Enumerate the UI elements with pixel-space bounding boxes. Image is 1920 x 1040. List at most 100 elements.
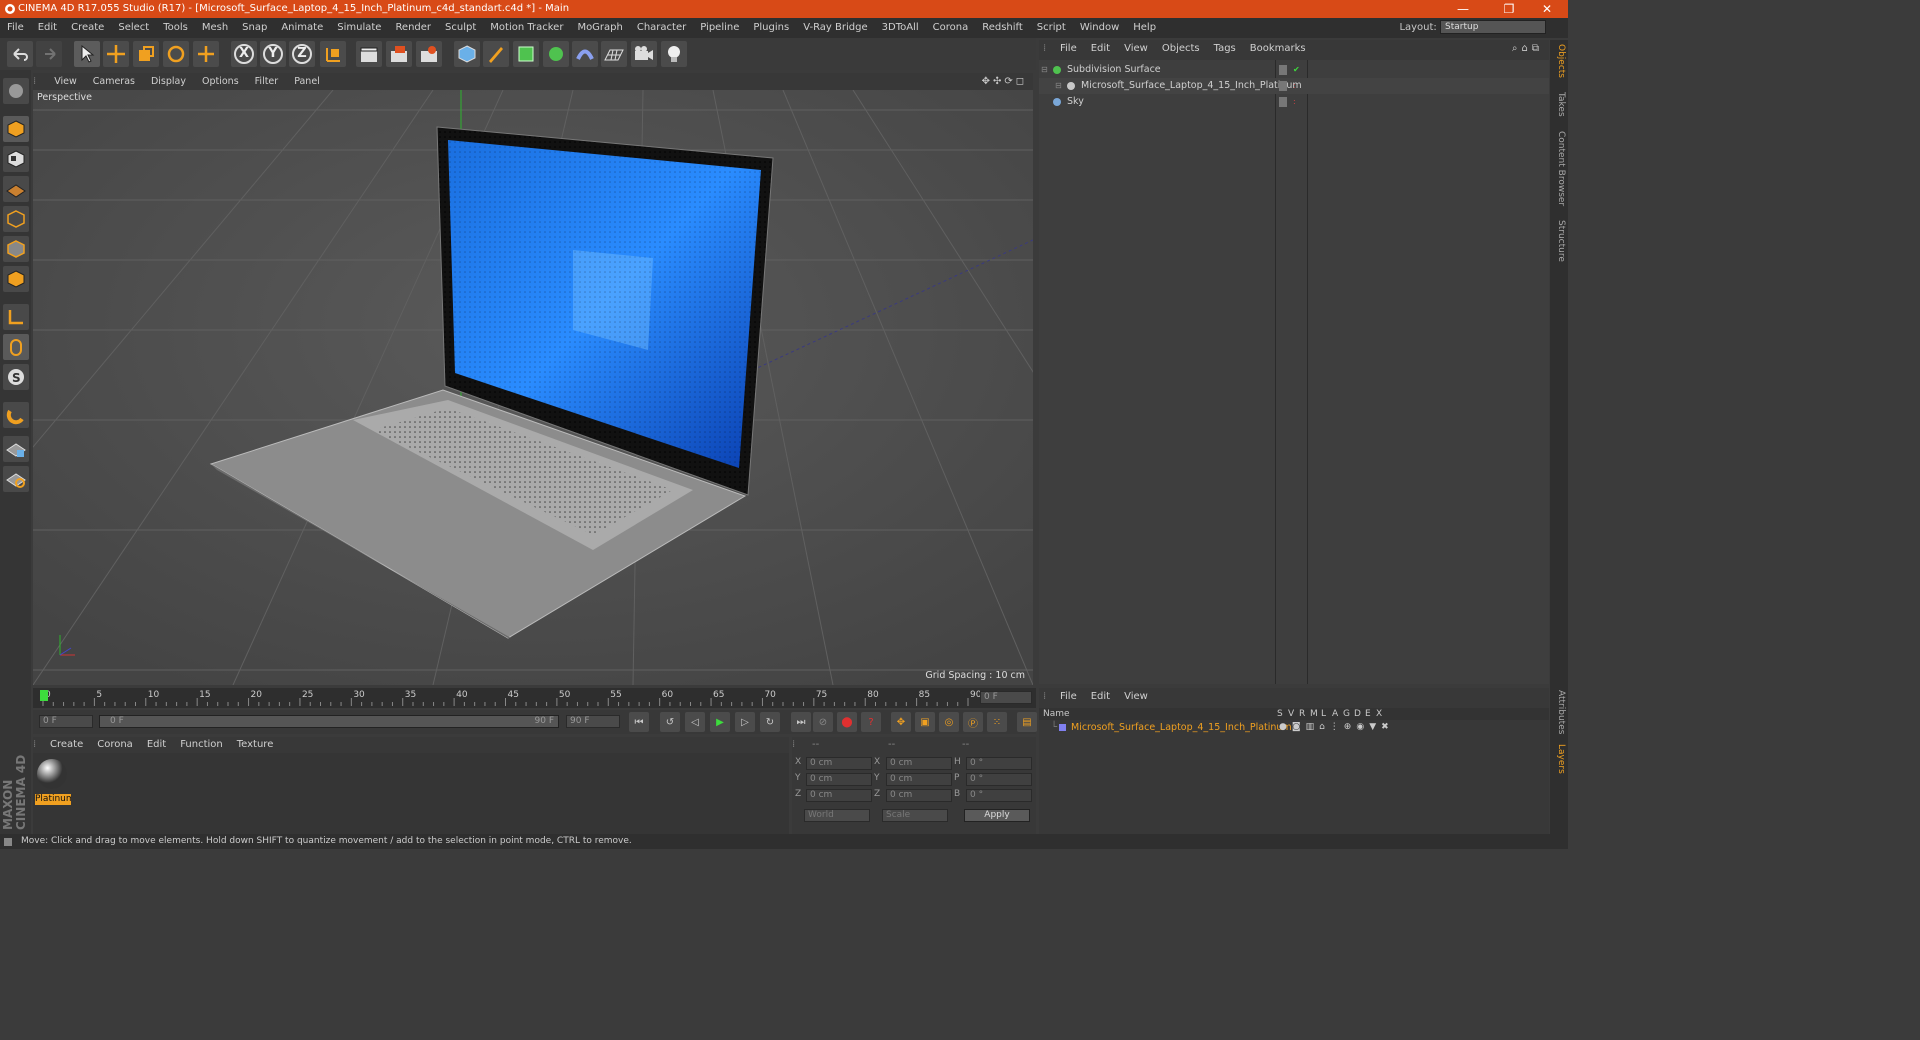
layout-selector[interactable]: Layout: Startup: [1399, 20, 1546, 35]
model-mode-button[interactable]: [3, 116, 29, 142]
rotate-tool-button[interactable]: [163, 41, 189, 67]
subdivision-button[interactable]: [513, 41, 539, 67]
key-pla-button[interactable]: ⁙: [987, 712, 1007, 732]
viewport-nav-icons[interactable]: ✥✣⟳◻: [982, 73, 1027, 90]
play-button[interactable]: ▶: [710, 712, 730, 732]
render-region-button[interactable]: [386, 41, 412, 67]
menu-item-simulate[interactable]: Simulate: [330, 18, 388, 38]
menu-item-animate[interactable]: Animate: [274, 18, 330, 38]
viewport-menu-view[interactable]: View: [46, 73, 85, 90]
layer-row[interactable]: └ Microsoft_Surface_Laptop_4_15_Inch_Pla…: [1039, 721, 1549, 734]
solo-mode-button[interactable]: S: [3, 364, 29, 390]
right-tab-objects[interactable]: Objects: [1556, 44, 1566, 78]
mograph-cloner-button[interactable]: [543, 41, 569, 67]
menu-item-plugins[interactable]: Plugins: [746, 18, 796, 38]
coord-field[interactable]: 0 °: [966, 757, 1032, 770]
move-tool-button[interactable]: [103, 41, 129, 67]
coord-field[interactable]: 0 cm: [806, 789, 872, 802]
lock-workplane-button[interactable]: [3, 436, 29, 462]
axis-x-toggle[interactable]: X: [231, 41, 257, 67]
cube-primitive-button[interactable]: [454, 41, 480, 67]
undo-button[interactable]: [7, 41, 33, 67]
menu-item-tools[interactable]: Tools: [156, 18, 195, 38]
coord-field[interactable]: 0 °: [966, 773, 1032, 786]
points-mode-button[interactable]: [3, 206, 29, 232]
key-position-button[interactable]: ✥: [891, 712, 911, 732]
menu-item-script[interactable]: Script: [1030, 18, 1073, 38]
coord-field[interactable]: 0 cm: [806, 773, 872, 786]
menu-item-sculpt[interactable]: Sculpt: [438, 18, 483, 38]
menu-item-corona[interactable]: Corona: [926, 18, 976, 38]
right-tab-takes[interactable]: Takes: [1556, 92, 1566, 117]
object-menu-objects[interactable]: Objects: [1155, 40, 1207, 58]
material-menu-corona[interactable]: Corona: [90, 737, 140, 753]
timeline-ruler[interactable]: 051015202530354045505560657075808590 0 F: [33, 688, 1036, 708]
viewport-menu-cameras[interactable]: Cameras: [85, 73, 143, 90]
polygons-mode-button[interactable]: [3, 266, 29, 292]
menu-item-create[interactable]: Create: [64, 18, 111, 38]
autokey-button[interactable]: ?: [861, 712, 881, 732]
object-menu-view[interactable]: View: [1117, 40, 1155, 58]
render-settings-button[interactable]: [416, 41, 442, 67]
right-tab-content-browser[interactable]: Content Browser: [1556, 131, 1566, 206]
menu-item-file[interactable]: File: [0, 18, 31, 38]
material-menu-texture[interactable]: Texture: [230, 737, 281, 753]
key-scale-button[interactable]: ▣: [915, 712, 935, 732]
start-frame-field[interactable]: 0 F: [39, 715, 93, 728]
object-row[interactable]: ⊟ Microsoft_Surface_Laptop_4_15_Inch_Plat…: [1039, 78, 1549, 94]
material-menu-create[interactable]: Create: [43, 737, 90, 753]
right-tab-structure[interactable]: Structure: [1556, 220, 1566, 262]
menu-item-motion-tracker[interactable]: Motion Tracker: [483, 18, 570, 38]
menu-item-3dtoall[interactable]: 3DToAll: [875, 18, 926, 38]
material-menu-function[interactable]: Function: [173, 737, 230, 753]
key-rotation-button[interactable]: ◎: [939, 712, 959, 732]
menu-item-redshift[interactable]: Redshift: [975, 18, 1030, 38]
material-swatch[interactable]: Platinum: [35, 757, 71, 805]
menu-item-pipeline[interactable]: Pipeline: [693, 18, 746, 38]
object-row[interactable]: Sky:: [1039, 94, 1549, 110]
record-button[interactable]: ⬤: [837, 712, 857, 732]
restore-button[interactable]: ❐: [1494, 0, 1524, 18]
viewport-menu-panel[interactable]: Panel: [286, 73, 328, 90]
key-param-button[interactable]: Ⓟ: [963, 712, 983, 732]
range-slider[interactable]: 0 F 90 F: [99, 715, 559, 728]
step-back-button[interactable]: ◁: [685, 712, 705, 732]
menu-item-select[interactable]: Select: [111, 18, 156, 38]
timeline-window-button[interactable]: ▤: [1017, 712, 1037, 732]
make-editable-button[interactable]: [3, 78, 29, 104]
minimize-button[interactable]: —: [1448, 0, 1478, 18]
layer-menu-view[interactable]: View: [1117, 688, 1155, 706]
right-tab-layers[interactable]: Layers: [1556, 744, 1566, 774]
object-menu-bookmarks[interactable]: Bookmarks: [1243, 40, 1313, 58]
edges-mode-button[interactable]: [3, 236, 29, 262]
render-dots-icon[interactable]: :: [1293, 78, 1296, 94]
close-button[interactable]: ✕: [1532, 0, 1562, 18]
layer-name[interactable]: Microsoft_Surface_Laptop_4_15_Inch_Plati…: [1071, 721, 1292, 734]
planar-workplane-button[interactable]: [3, 466, 29, 492]
layer-color-swatch[interactable]: [1059, 724, 1066, 731]
visibility-dots-icon[interactable]: [1279, 81, 1287, 91]
current-frame-field[interactable]: 0 F: [980, 691, 1032, 704]
render-view-button[interactable]: [356, 41, 382, 67]
render-dots-icon[interactable]: :: [1293, 94, 1296, 110]
visibility-dots-icon[interactable]: [1279, 65, 1287, 75]
object-name[interactable]: Subdivision Surface: [1067, 62, 1161, 78]
object-menu-tags[interactable]: Tags: [1207, 40, 1243, 58]
floor-object-button[interactable]: [601, 41, 627, 67]
object-name[interactable]: Microsoft_Surface_Laptop_4_15_Inch_Plati…: [1081, 78, 1302, 94]
axis-z-toggle[interactable]: Z: [289, 41, 315, 67]
menu-item-help[interactable]: Help: [1126, 18, 1163, 38]
layer-flag-icons[interactable]: ●◙▥⌂⋮⊕◉▼✖: [1279, 721, 1394, 734]
goto-end-button[interactable]: ⏭: [791, 712, 811, 732]
menu-item-v-ray-bridge[interactable]: V-Ray Bridge: [796, 18, 874, 38]
coord-field[interactable]: 0 cm: [886, 757, 952, 770]
goto-start-button[interactable]: ⏮: [629, 712, 649, 732]
menu-item-mesh[interactable]: Mesh: [195, 18, 235, 38]
material-menu-edit[interactable]: Edit: [140, 737, 173, 753]
menu-item-mograph[interactable]: MoGraph: [570, 18, 629, 38]
step-forward-button[interactable]: ▷: [735, 712, 755, 732]
end-frame-field[interactable]: 90 F: [566, 715, 620, 728]
right-tab-attributes[interactable]: Attributes: [1556, 690, 1566, 734]
viewport-menu-options[interactable]: Options: [194, 73, 247, 90]
apply-button[interactable]: Apply: [964, 809, 1030, 822]
